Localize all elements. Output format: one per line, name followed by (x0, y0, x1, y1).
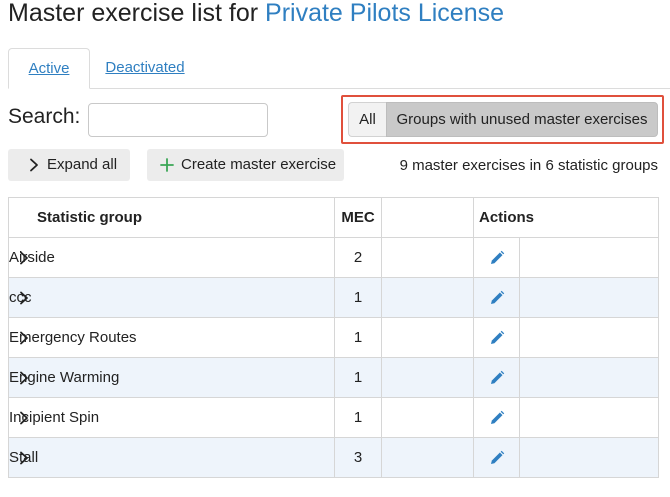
mec-count-cell: 2 (334, 237, 382, 278)
edit-cell (473, 277, 520, 318)
table-header-row: Statistic group MEC Actions (8, 197, 660, 238)
statistic-group-cell[interactable]: Emergency Routes (8, 317, 335, 358)
blank-cell (381, 317, 474, 358)
actions-extra-cell (518, 437, 660, 478)
edit-cell (473, 237, 520, 278)
mec-count-cell: 1 (334, 317, 382, 358)
pencil-icon[interactable] (486, 447, 508, 469)
pencil-icon[interactable] (486, 367, 508, 389)
column-header-actions: Actions (472, 197, 660, 238)
actions-extra-cell (518, 397, 660, 438)
chevron-right-icon[interactable] (19, 238, 29, 278)
status-tabs: Active Deactivated (8, 48, 670, 89)
filter-all-button[interactable]: All (348, 102, 386, 137)
chevron-right-icon[interactable] (19, 438, 29, 478)
chevron-right-icon[interactable] (19, 318, 29, 358)
edit-cell (473, 397, 520, 438)
mec-count-cell: 1 (334, 277, 382, 318)
chevron-right-icon[interactable] (19, 358, 29, 398)
blank-cell (381, 357, 474, 398)
table-row: ccc 1 (8, 277, 660, 318)
expand-all-button[interactable]: Expand all (8, 149, 130, 181)
statistic-groups-table: Statistic group MEC Actions Airside 2 ccc 1… (8, 197, 660, 478)
pencil-icon[interactable] (486, 327, 508, 349)
actions-extra-cell (518, 237, 660, 278)
chevron-right-icon[interactable] (19, 278, 29, 318)
pencil-icon[interactable] (486, 247, 508, 269)
mec-count-cell: 3 (334, 437, 382, 478)
table-row: Stall 3 (8, 437, 660, 478)
plus-icon (160, 149, 174, 181)
statistic-group-cell[interactable]: Incipient Spin (8, 397, 335, 438)
table-row: Emergency Routes 1 (8, 317, 660, 358)
pencil-icon[interactable] (486, 287, 508, 309)
edit-cell (473, 437, 520, 478)
chevron-right-icon (28, 149, 40, 181)
actions-extra-cell (518, 357, 660, 398)
search-input[interactable] (88, 103, 268, 137)
expand-all-label: Expand all (47, 156, 118, 173)
blank-cell (381, 237, 474, 278)
mec-count-cell: 1 (334, 357, 382, 398)
tab-active[interactable]: Active (8, 48, 90, 89)
statistic-group-cell[interactable]: Engine Warming (8, 357, 335, 398)
exercise-count-summary: 9 master exercises in 6 statistic groups (399, 157, 658, 174)
filter-unused-groups-button[interactable]: Groups with unused master exercises (386, 102, 658, 137)
table-row: Incipient Spin 1 (8, 397, 660, 438)
pencil-icon[interactable] (486, 407, 508, 429)
blank-cell (381, 437, 474, 478)
column-header-mec: MEC (334, 197, 382, 238)
table-row: Airside 2 (8, 237, 660, 278)
table-row: Engine Warming 1 (8, 357, 660, 398)
blank-cell (381, 397, 474, 438)
statistic-group-cell[interactable]: Airside (8, 237, 335, 278)
chevron-right-icon[interactable] (19, 398, 29, 438)
page-title: Master exercise list for Private Pilots … (8, 0, 504, 28)
mec-count-cell: 1 (334, 397, 382, 438)
edit-cell (473, 317, 520, 358)
actions-extra-cell (518, 277, 660, 318)
statistic-group-cell[interactable]: Stall (8, 437, 335, 478)
course-name-link[interactable]: Private Pilots License (265, 0, 504, 27)
create-master-exercise-label: Create master exercise (181, 156, 337, 173)
blank-cell (381, 277, 474, 318)
edit-cell (473, 357, 520, 398)
create-master-exercise-button[interactable]: Create master exercise (147, 149, 344, 181)
statistic-group-name: Airside (9, 249, 55, 266)
actions-extra-cell (518, 317, 660, 358)
search-label: Search: (8, 105, 81, 128)
tab-deactivated[interactable]: Deactivated (104, 48, 186, 88)
column-header-statistic-group: Statistic group (8, 197, 335, 238)
page-title-prefix: Master exercise list for (8, 0, 259, 27)
column-header-blank (381, 197, 474, 238)
statistic-group-cell[interactable]: ccc (8, 277, 335, 318)
